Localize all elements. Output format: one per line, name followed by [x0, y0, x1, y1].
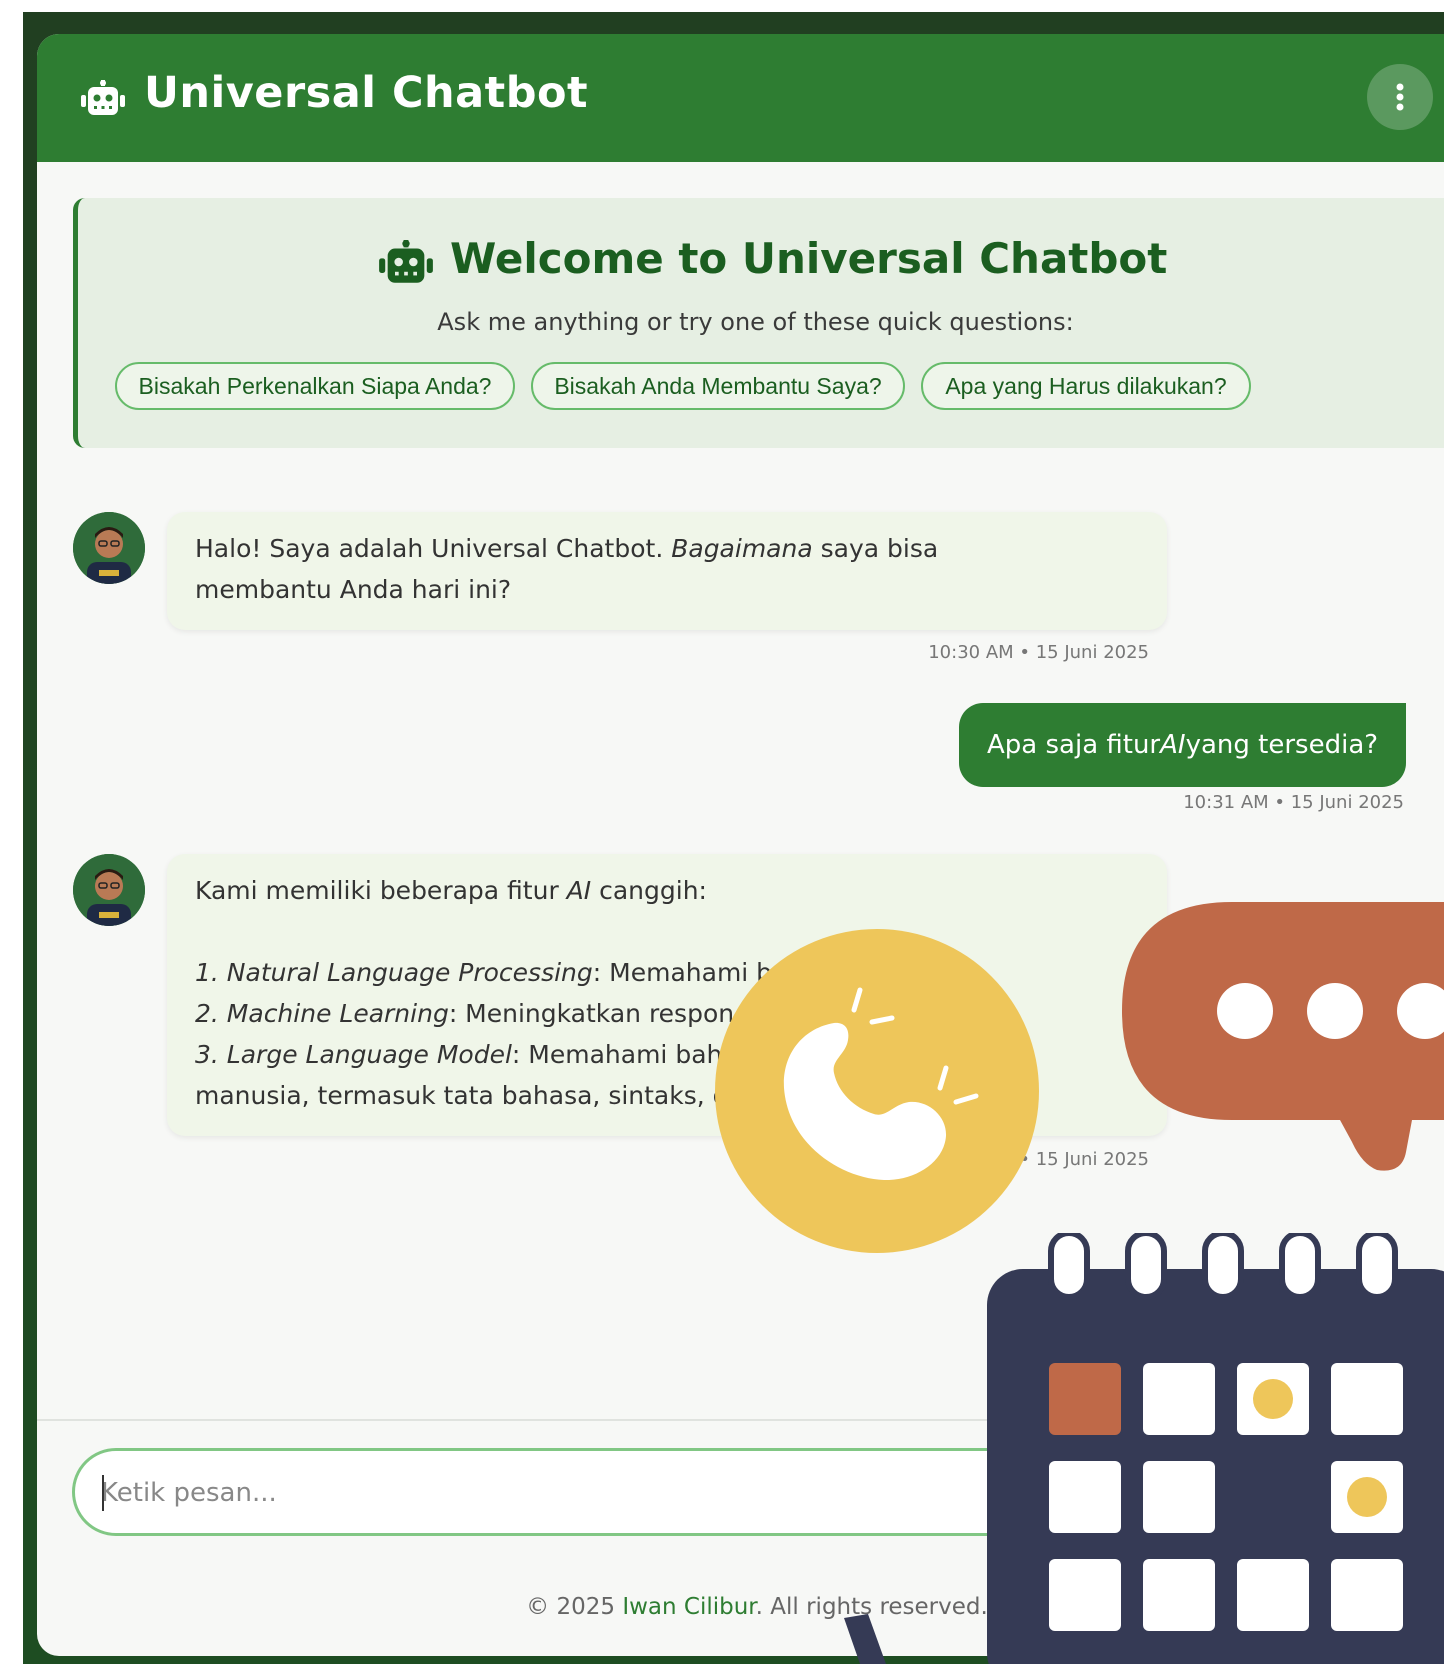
message-text: membantu Anda hari ini? [195, 575, 512, 604]
message-text: canggih: [591, 876, 707, 905]
robot-icon [81, 80, 125, 115]
bot-avatar [73, 512, 145, 584]
bot-avatar [73, 854, 145, 926]
text-cursor [102, 1475, 104, 1511]
quick-question-chip[interactable]: Bisakah Perkenalkan Siapa Anda? [115, 362, 515, 410]
message-text-italic: AI [566, 876, 592, 905]
chat-bubble-icon [1122, 902, 1444, 1171]
message-text: Kami memiliki beberapa fitur [195, 876, 567, 905]
welcome-subtitle: Ask me anything or try one of these quic… [437, 308, 1074, 336]
message-text: yang tersedia? [1185, 730, 1379, 760]
menu-button[interactable] [1367, 64, 1433, 130]
message-text-italic: Bagaimana [671, 534, 813, 563]
welcome-panel: Welcome to Universal Chatbot Ask me anyt… [73, 198, 1444, 448]
avatar-image [73, 854, 145, 926]
welcome-title: Welcome to Universal Chatbot [450, 234, 1168, 283]
vertical-dots-icon [1396, 83, 1404, 111]
user-message-bubble: Apa saja fitur AI yang tersedia? [959, 703, 1407, 787]
robot-icon [379, 240, 433, 283]
bot-message-bubble: Halo! Saya adalah Universal Chatbot. Bag… [167, 512, 1167, 630]
feature-name: 3. Large Language Model [195, 1040, 512, 1069]
quick-question-chip[interactable]: Apa yang Harus dilakukan? [921, 362, 1251, 410]
footer-author-link[interactable]: Iwan Cilibur [622, 1594, 755, 1620]
message-timestamp: 10:31 AM • 15 Juni 2025 [1183, 792, 1404, 813]
chat-header: Universal Chatbot [37, 34, 1444, 162]
avatar-image [73, 512, 145, 584]
quick-question-chip[interactable]: Bisakah Anda Membantu Saya? [531, 362, 905, 410]
message-timestamp: 10:30 AM • 15 Juni 2025 [928, 642, 1149, 663]
decorative-stroke [844, 1614, 886, 1664]
app-title: Universal Chatbot [144, 68, 589, 118]
message-text: Apa saja fitur [987, 730, 1161, 760]
calendar-icon [987, 1233, 1444, 1664]
footer-copyright: © 2025 [526, 1594, 623, 1620]
feature-name: 2. Machine Learning [195, 999, 449, 1028]
message-text: saya bisa [812, 534, 939, 563]
message-text-italic: AI [1160, 730, 1186, 760]
feature-name: 1. Natural Language Processing [195, 958, 593, 987]
message-text: Halo! Saya adalah Universal Chatbot. [195, 534, 672, 563]
phone-icon [715, 929, 1039, 1253]
